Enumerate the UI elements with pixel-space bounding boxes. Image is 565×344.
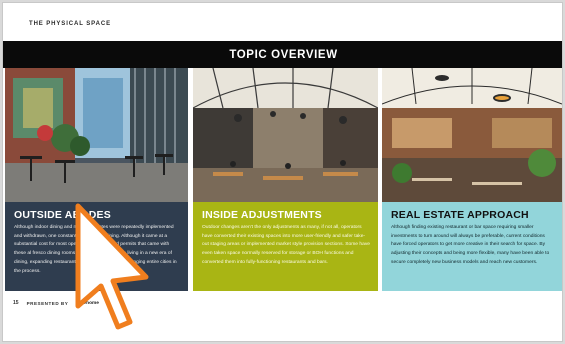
page-footer: 15 PRESENTED BY dinehome: [13, 300, 99, 306]
brand-logo: dinehome: [76, 300, 99, 306]
panel-body: Although finding existing restaurant or …: [391, 225, 550, 265]
photo-food-hall: [382, 68, 562, 202]
page-number: 15: [13, 300, 19, 306]
presented-by-label: PRESENTED BY: [26, 300, 69, 306]
photo-outdoor-patio: [5, 68, 188, 202]
panel-title: INSIDE ADJUSTMENTS: [202, 209, 322, 221]
photo-indoor-market: [193, 68, 378, 202]
panel-body: Outdoor changes aren't the only adjustme…: [202, 225, 370, 265]
document-page: THE PHYSICAL SPACE TOPIC OVERVIEW OUTSID…: [2, 2, 563, 342]
panel-title: OUTSIDE ABODES: [14, 209, 111, 221]
topic-banner: TOPIC OVERVIEW: [3, 41, 562, 68]
panel-inside-adjustments: INSIDE ADJUSTMENTS Outdoor changes aren'…: [193, 202, 378, 291]
panel-real-estate-approach: REAL ESTATE APPROACH Although finding ex…: [382, 202, 562, 291]
panel-title: REAL ESTATE APPROACH: [391, 209, 529, 221]
section-label: THE PHYSICAL SPACE: [29, 21, 111, 27]
panel-body: Although indoor dining and mask mandates…: [14, 225, 177, 274]
panel-outside-abodes: OUTSIDE ABODES Although indoor dining an…: [5, 202, 188, 291]
banner-title: TOPIC OVERVIEW: [229, 48, 338, 61]
